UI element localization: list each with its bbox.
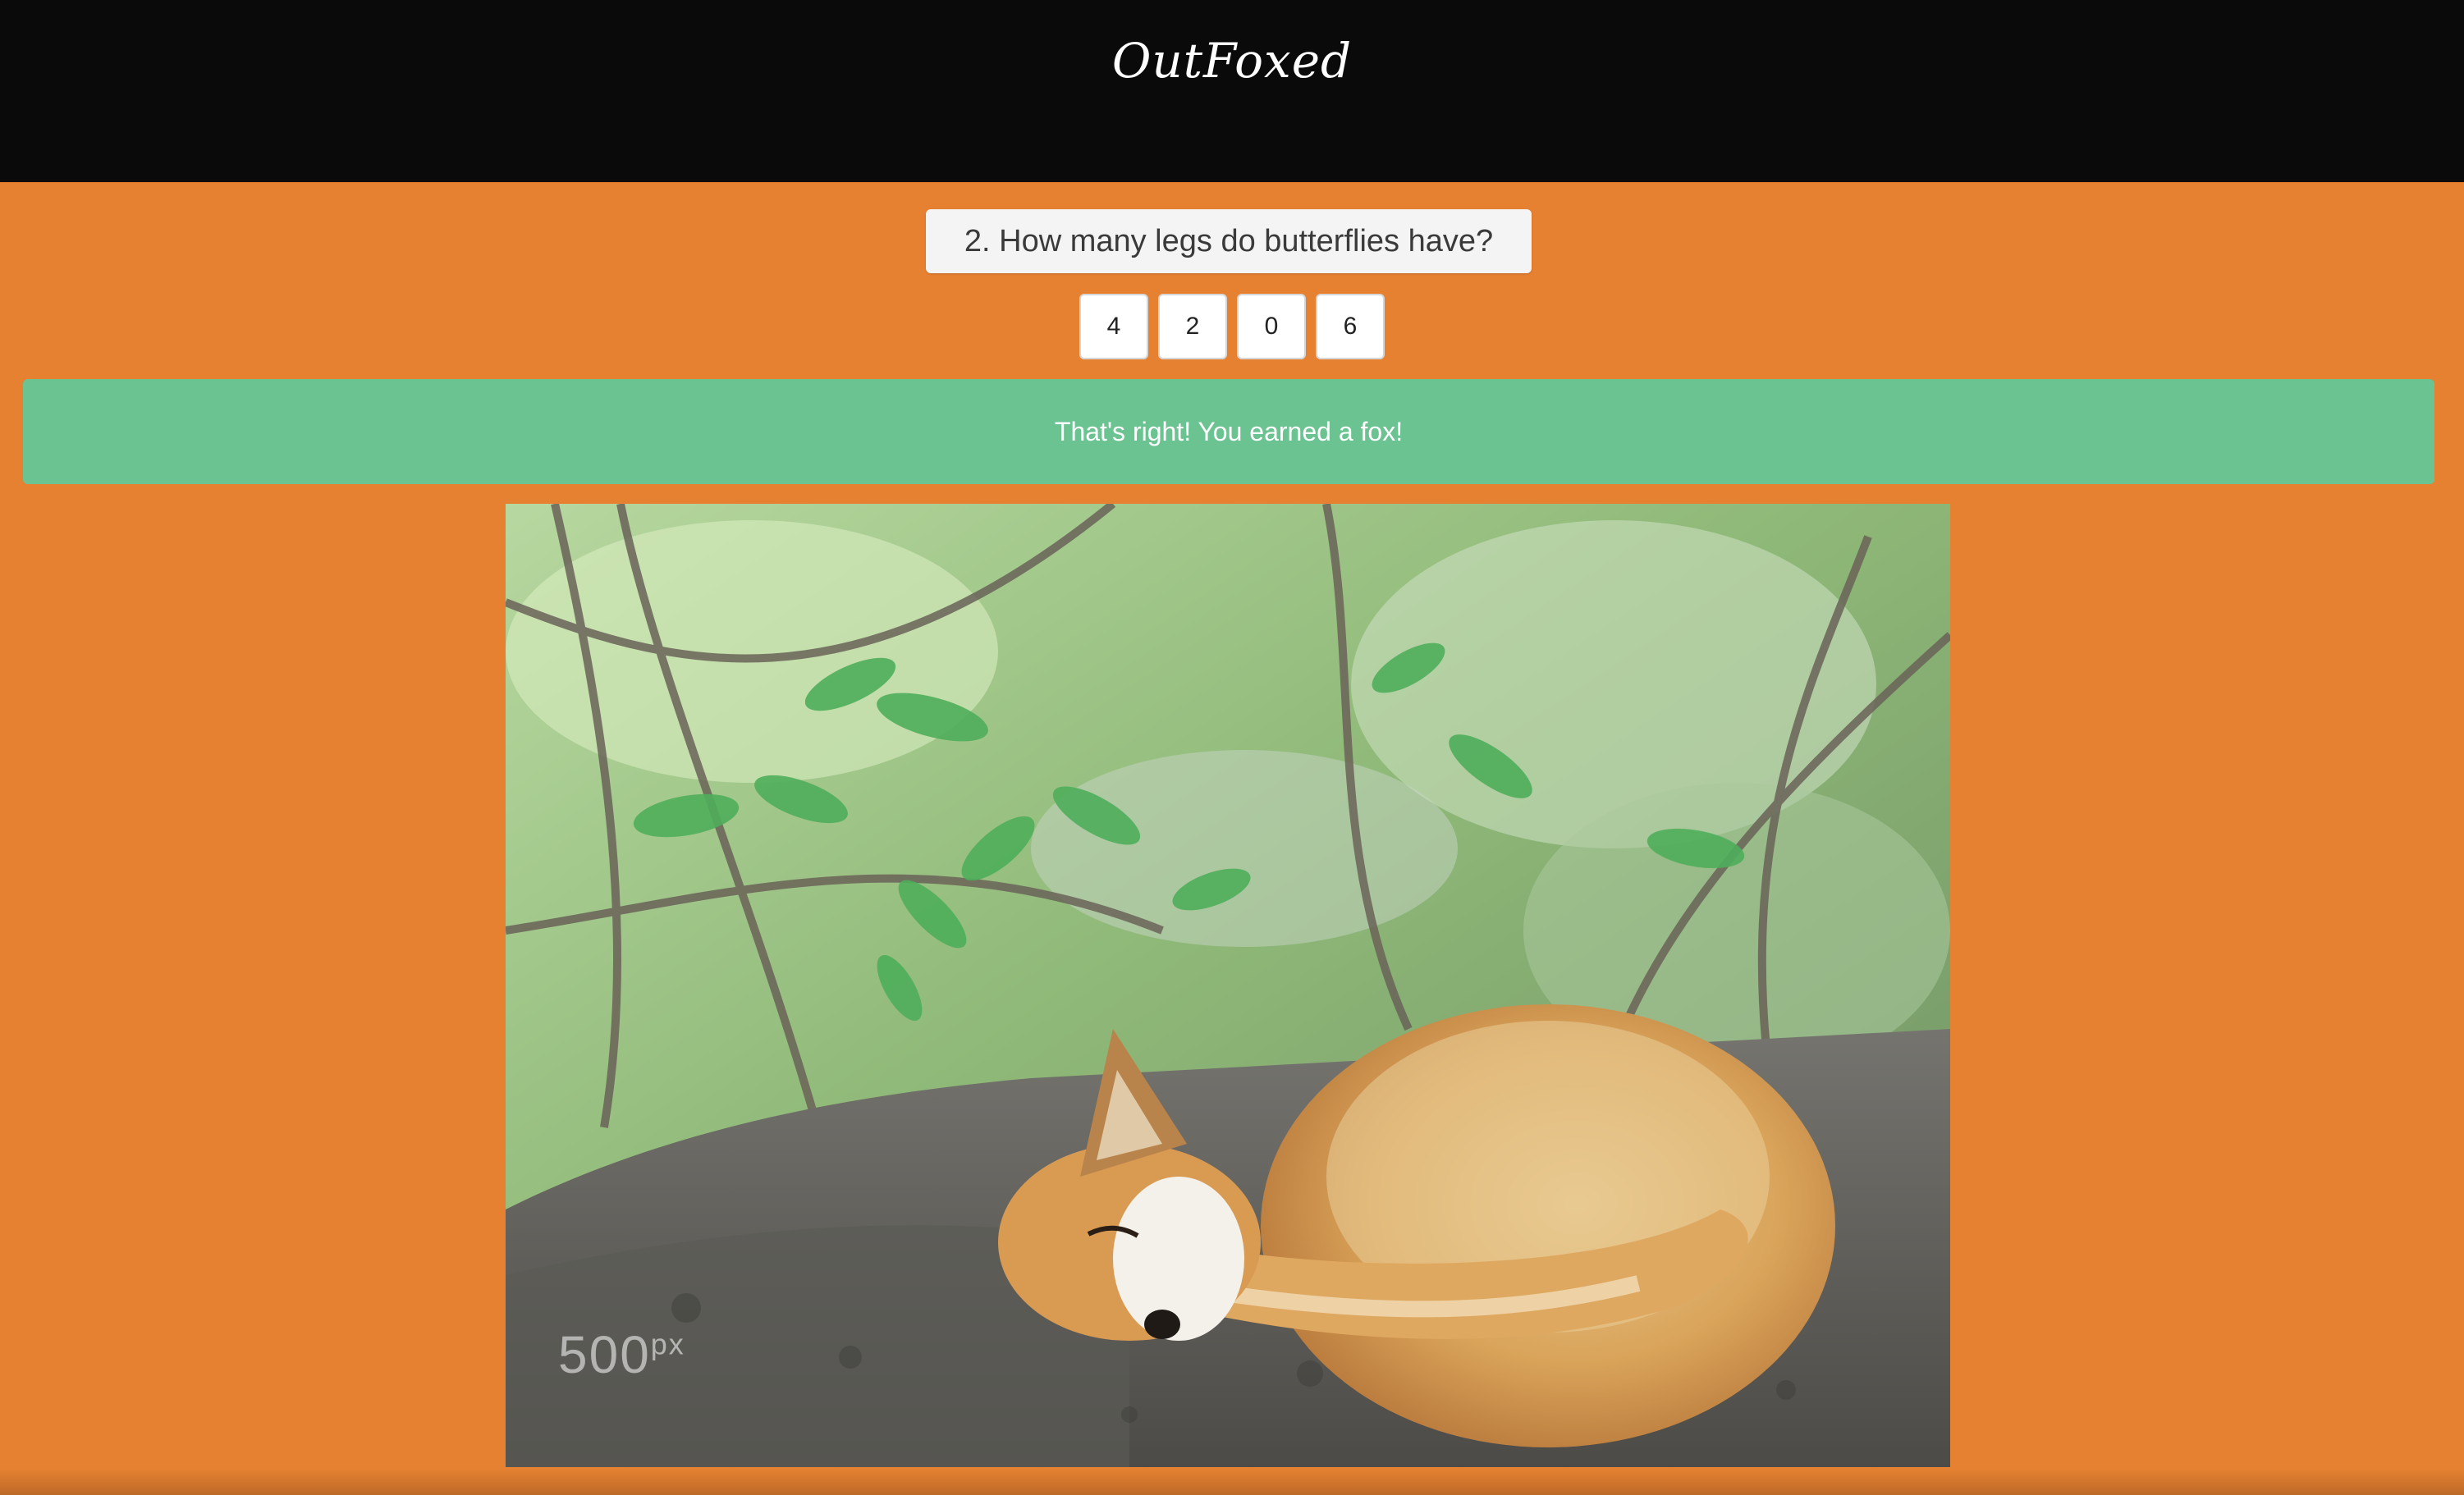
success-alert: That's right! You earned a fox! [23,379,2434,484]
answer-button-0[interactable]: 0 [1237,294,1306,359]
bottom-shadow [0,1469,2464,1495]
answer-button-group: 4 2 0 6 [1079,294,1385,359]
brand-logo-text[interactable]: OutFoxed [0,33,2464,89]
fox-photo: 500px [506,504,1950,1467]
answer-button-2[interactable]: 2 [1158,294,1227,359]
photo-watermark: 500px [558,1325,685,1384]
answer-button-4[interactable]: 4 [1079,294,1148,359]
answer-button-6[interactable]: 6 [1316,294,1385,359]
fox-photo-illustration [506,504,1950,1467]
navbar: OutFoxed [0,0,2464,182]
question-box: 2. How many legs do butterflies have? [926,209,1532,273]
